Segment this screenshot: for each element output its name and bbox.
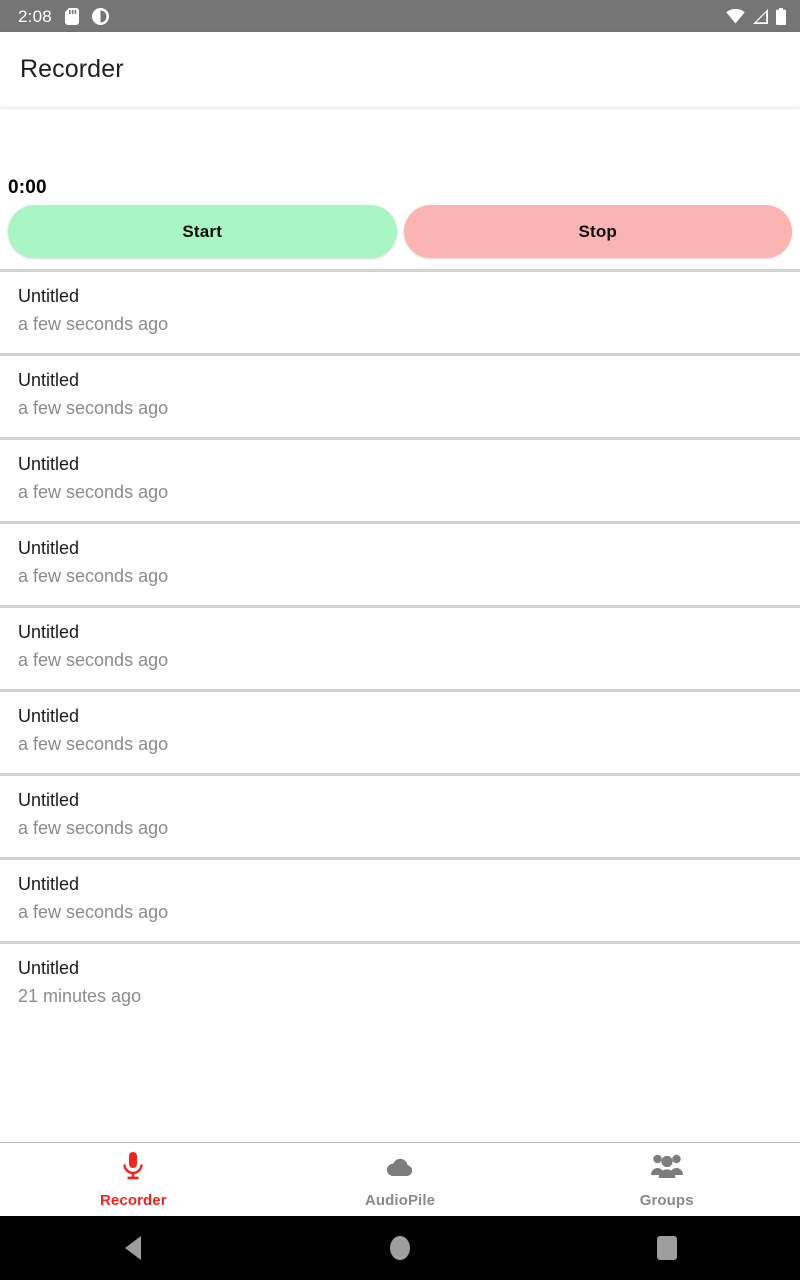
home-button[interactable] bbox=[267, 1216, 534, 1280]
recording-title: Untitled bbox=[18, 538, 80, 558]
sd-card-icon bbox=[64, 7, 79, 25]
app-bar: Recorder bbox=[0, 32, 800, 107]
recording-title: Untitled bbox=[18, 622, 80, 642]
system-navigation-bar bbox=[0, 1216, 800, 1280]
battery-icon bbox=[776, 7, 786, 25]
recording-timestamp: a few seconds ago bbox=[18, 313, 169, 334]
recording-timestamp: a few seconds ago bbox=[18, 565, 169, 586]
nav-item-groups[interactable]: Groups bbox=[533, 1143, 800, 1216]
recording-title: Untitled bbox=[18, 790, 80, 810]
wifi-icon bbox=[726, 8, 745, 24]
recording-timestamp: a few seconds ago bbox=[18, 649, 169, 670]
recording-list-item[interactable]: Untitled a few seconds ago bbox=[0, 773, 800, 857]
recording-list-item[interactable]: Untitled a few seconds ago bbox=[0, 689, 800, 773]
back-triangle-icon bbox=[125, 1236, 142, 1260]
nav-item-recorder[interactable]: Recorder bbox=[0, 1143, 267, 1216]
nav-item-audiopile[interactable]: AudioPile bbox=[267, 1143, 534, 1216]
recording-list-item[interactable]: Untitled a few seconds ago bbox=[0, 269, 800, 353]
recording-list-item[interactable]: Untitled a few seconds ago bbox=[0, 437, 800, 521]
bottom-navigation: Recorder AudioPile Groups bbox=[0, 1142, 800, 1216]
stop-button[interactable]: Stop bbox=[403, 205, 792, 258]
recording-title: Untitled bbox=[18, 370, 80, 390]
cloud-icon bbox=[385, 1151, 415, 1186]
nav-label-groups: Groups bbox=[639, 1191, 694, 1209]
recorder-panel: 0:00 Start Stop bbox=[0, 107, 800, 269]
recording-timestamp: a few seconds ago bbox=[18, 397, 169, 418]
recording-timestamp: a few seconds ago bbox=[18, 481, 169, 502]
recording-timestamp: a few seconds ago bbox=[18, 733, 169, 754]
transport-controls: Start Stop bbox=[8, 205, 792, 269]
page-title: Recorder bbox=[20, 55, 124, 83]
cellular-signal-icon bbox=[752, 8, 769, 24]
recording-timestamp: a few seconds ago bbox=[18, 817, 169, 838]
back-button[interactable] bbox=[0, 1216, 267, 1280]
recording-list-item[interactable]: Untitled a few seconds ago bbox=[0, 353, 800, 437]
recording-timer: 0:00 bbox=[8, 177, 47, 198]
recording-title: Untitled bbox=[18, 454, 80, 474]
start-button[interactable]: Start bbox=[8, 205, 397, 258]
status-bar-left: 2:08 bbox=[18, 6, 109, 26]
recording-timestamp: 21 minutes ago bbox=[18, 985, 142, 1006]
status-bar: 2:08 bbox=[0, 0, 800, 32]
contrast-circle-icon bbox=[91, 7, 109, 25]
status-bar-right bbox=[726, 7, 786, 25]
home-circle-icon bbox=[390, 1236, 410, 1260]
recording-list-item[interactable]: Untitled 21 minutes ago bbox=[0, 941, 800, 1025]
recording-list-item[interactable]: Untitled a few seconds ago bbox=[0, 605, 800, 689]
status-bar-time: 2:08 bbox=[18, 6, 52, 26]
microphone-icon bbox=[120, 1151, 146, 1186]
recording-timestamp: a few seconds ago bbox=[18, 901, 169, 922]
recents-button[interactable] bbox=[533, 1216, 800, 1280]
recording-title: Untitled bbox=[18, 874, 80, 894]
recording-list-item[interactable]: Untitled a few seconds ago bbox=[0, 521, 800, 605]
recording-list-item[interactable]: Untitled a few seconds ago bbox=[0, 857, 800, 941]
nav-label-audiopile: AudioPile bbox=[364, 1191, 436, 1209]
recordings-list: Untitled a few seconds ago Untitled a few s… bbox=[0, 269, 800, 1025]
timer-row: 0:00 bbox=[8, 107, 792, 205]
recording-title: Untitled bbox=[18, 286, 80, 306]
nav-label-recorder: Recorder bbox=[100, 1191, 167, 1209]
recording-title: Untitled bbox=[18, 958, 80, 978]
people-group-icon bbox=[650, 1151, 683, 1186]
recents-square-icon bbox=[656, 1236, 677, 1260]
recording-title: Untitled bbox=[18, 706, 80, 726]
